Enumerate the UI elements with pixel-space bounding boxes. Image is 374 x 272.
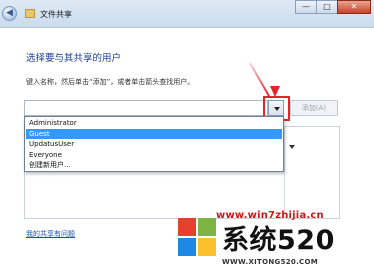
sharing-problem-link[interactable]: 我的共享有问题 xyxy=(26,229,75,239)
minimize-button[interactable]: — xyxy=(295,0,317,14)
annotation-arrow-line xyxy=(249,62,270,97)
instruction-text: 键入名称，然后单击“添加”，或者单击箭头查找用户。 xyxy=(26,78,195,86)
user-dropdown-list[interactable]: Administrator Guest UpdatusUser Everyone… xyxy=(24,116,284,172)
site-logo: 系统520 WWW.XITONG520.COM xyxy=(176,214,374,272)
maximize-button[interactable]: □ xyxy=(316,0,338,14)
back-arrow-icon[interactable]: ◀ xyxy=(2,6,17,21)
window-controls: — □ ✕ xyxy=(295,0,371,14)
dropdown-item-updatususer[interactable]: UpdatusUser xyxy=(26,139,282,150)
folder-share-icon xyxy=(25,9,35,18)
user-name-input[interactable] xyxy=(24,100,268,116)
permission-dropdown-arrow-icon[interactable] xyxy=(289,145,295,149)
dropdown-item-create-user[interactable]: 创建新用户... xyxy=(26,160,282,171)
logo-brand-text: 系统520 xyxy=(222,225,335,256)
logo-url-text: WWW.XITONG520.COM xyxy=(222,258,319,266)
window-title: 文件共享 xyxy=(40,10,72,19)
title-bar: ◀ 文件共享 — □ ✕ xyxy=(0,0,374,28)
dropdown-item-guest[interactable]: Guest xyxy=(26,128,282,139)
close-button[interactable]: ✕ xyxy=(337,0,371,14)
add-button[interactable]: 添加(A) xyxy=(290,100,338,116)
windows-logo-icon xyxy=(178,218,216,256)
dropdown-item-everyone[interactable]: Everyone xyxy=(26,150,282,161)
dropdown-item-administrator[interactable]: Administrator xyxy=(26,118,282,129)
page-heading: 选择要与其共享的用户 xyxy=(26,53,122,64)
table-column-divider xyxy=(284,126,285,219)
annotation-arrow-icon xyxy=(270,86,280,97)
